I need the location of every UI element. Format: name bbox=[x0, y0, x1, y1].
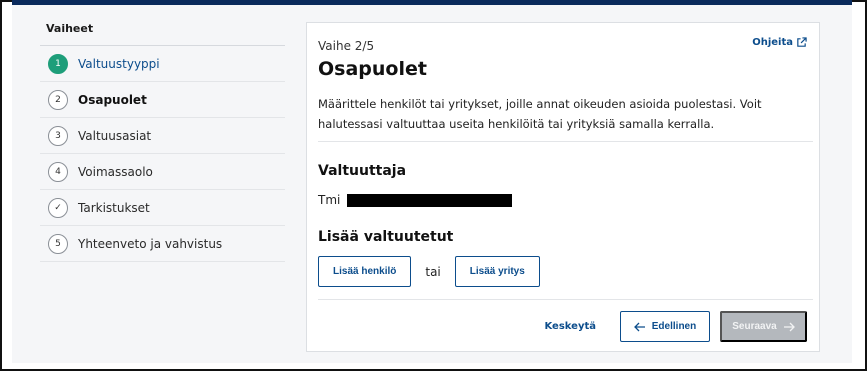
page-description: Määrittele henkilöt tai yritykset, joill… bbox=[318, 97, 762, 131]
sidebar-title: Vaiheet bbox=[40, 22, 285, 46]
step-item-yhteenveto: 5 Yhteenveto ja vahvistus bbox=[40, 226, 285, 262]
add-person-button[interactable]: Lisää henkilö bbox=[318, 256, 412, 287]
step-number-badge: 5 bbox=[48, 233, 68, 254]
help-link-label: Ohjeita bbox=[752, 37, 793, 48]
step-item-voimassaolo: 4 Voimassaolo bbox=[40, 154, 285, 190]
redacted-block bbox=[347, 193, 513, 207]
add-delegates-heading: Lisää valtuutetut bbox=[318, 229, 454, 245]
principal-name-prefix: Tmi bbox=[318, 193, 341, 207]
step-label: Valtuusasiat bbox=[78, 128, 152, 143]
step-counter: Vaihe 2/5 bbox=[318, 39, 375, 53]
principal-row: Tmi bbox=[318, 193, 513, 207]
step-item-tarkistukset: ✓ Tarkistukset bbox=[40, 190, 285, 226]
previous-button-label: Edellinen bbox=[651, 321, 697, 332]
step-label: Voimassaolo bbox=[78, 164, 153, 179]
add-delegates-row: Lisää henkilö tai Lisää yritys bbox=[318, 256, 540, 287]
next-button-label: Seuraava bbox=[732, 321, 777, 332]
checkmark-icon: ✓ bbox=[48, 197, 68, 218]
step-label: Valtuustyyppi bbox=[78, 56, 160, 71]
step-label: Tarkistukset bbox=[78, 200, 150, 215]
step-label: Osapuolet bbox=[78, 92, 147, 107]
wizard-footer: Keskeytä Edellinen Seuraava bbox=[544, 311, 807, 342]
step-number-badge: 4 bbox=[48, 161, 68, 182]
external-link-icon bbox=[797, 37, 807, 47]
previous-button[interactable]: Edellinen bbox=[620, 311, 710, 342]
add-company-button[interactable]: Lisää yritys bbox=[454, 256, 540, 287]
divider bbox=[318, 141, 813, 142]
step-content-card: Vaihe 2/5 Ohjeita Osapuolet Määrittele h… bbox=[306, 22, 820, 352]
step-label: Yhteenveto ja vahvistus bbox=[78, 236, 223, 251]
arrow-left-icon bbox=[633, 322, 645, 331]
principal-heading: Valtuuttaja bbox=[318, 163, 407, 179]
cancel-link[interactable]: Keskeytä bbox=[544, 321, 596, 332]
help-link[interactable]: Ohjeita bbox=[752, 37, 807, 48]
arrow-right-icon bbox=[783, 322, 795, 331]
step-item-valtuustyyppi[interactable]: 1 Valtuustyyppi bbox=[40, 46, 285, 82]
or-separator: tai bbox=[425, 264, 441, 279]
step-number-badge: 2 bbox=[48, 89, 68, 110]
step-item-valtuusasiat: 3 Valtuusasiat bbox=[40, 118, 285, 154]
steps-sidebar: Vaiheet 1 Valtuustyyppi 2 Osapuolet 3 Va… bbox=[40, 22, 285, 262]
step-number-badge: 1 bbox=[48, 53, 68, 74]
page-title: Osapuolet bbox=[318, 58, 427, 80]
step-item-osapuolet[interactable]: 2 Osapuolet bbox=[40, 82, 285, 118]
next-button[interactable]: Seuraava bbox=[720, 311, 807, 342]
step-number-badge: 3 bbox=[48, 125, 68, 146]
divider bbox=[318, 299, 813, 300]
